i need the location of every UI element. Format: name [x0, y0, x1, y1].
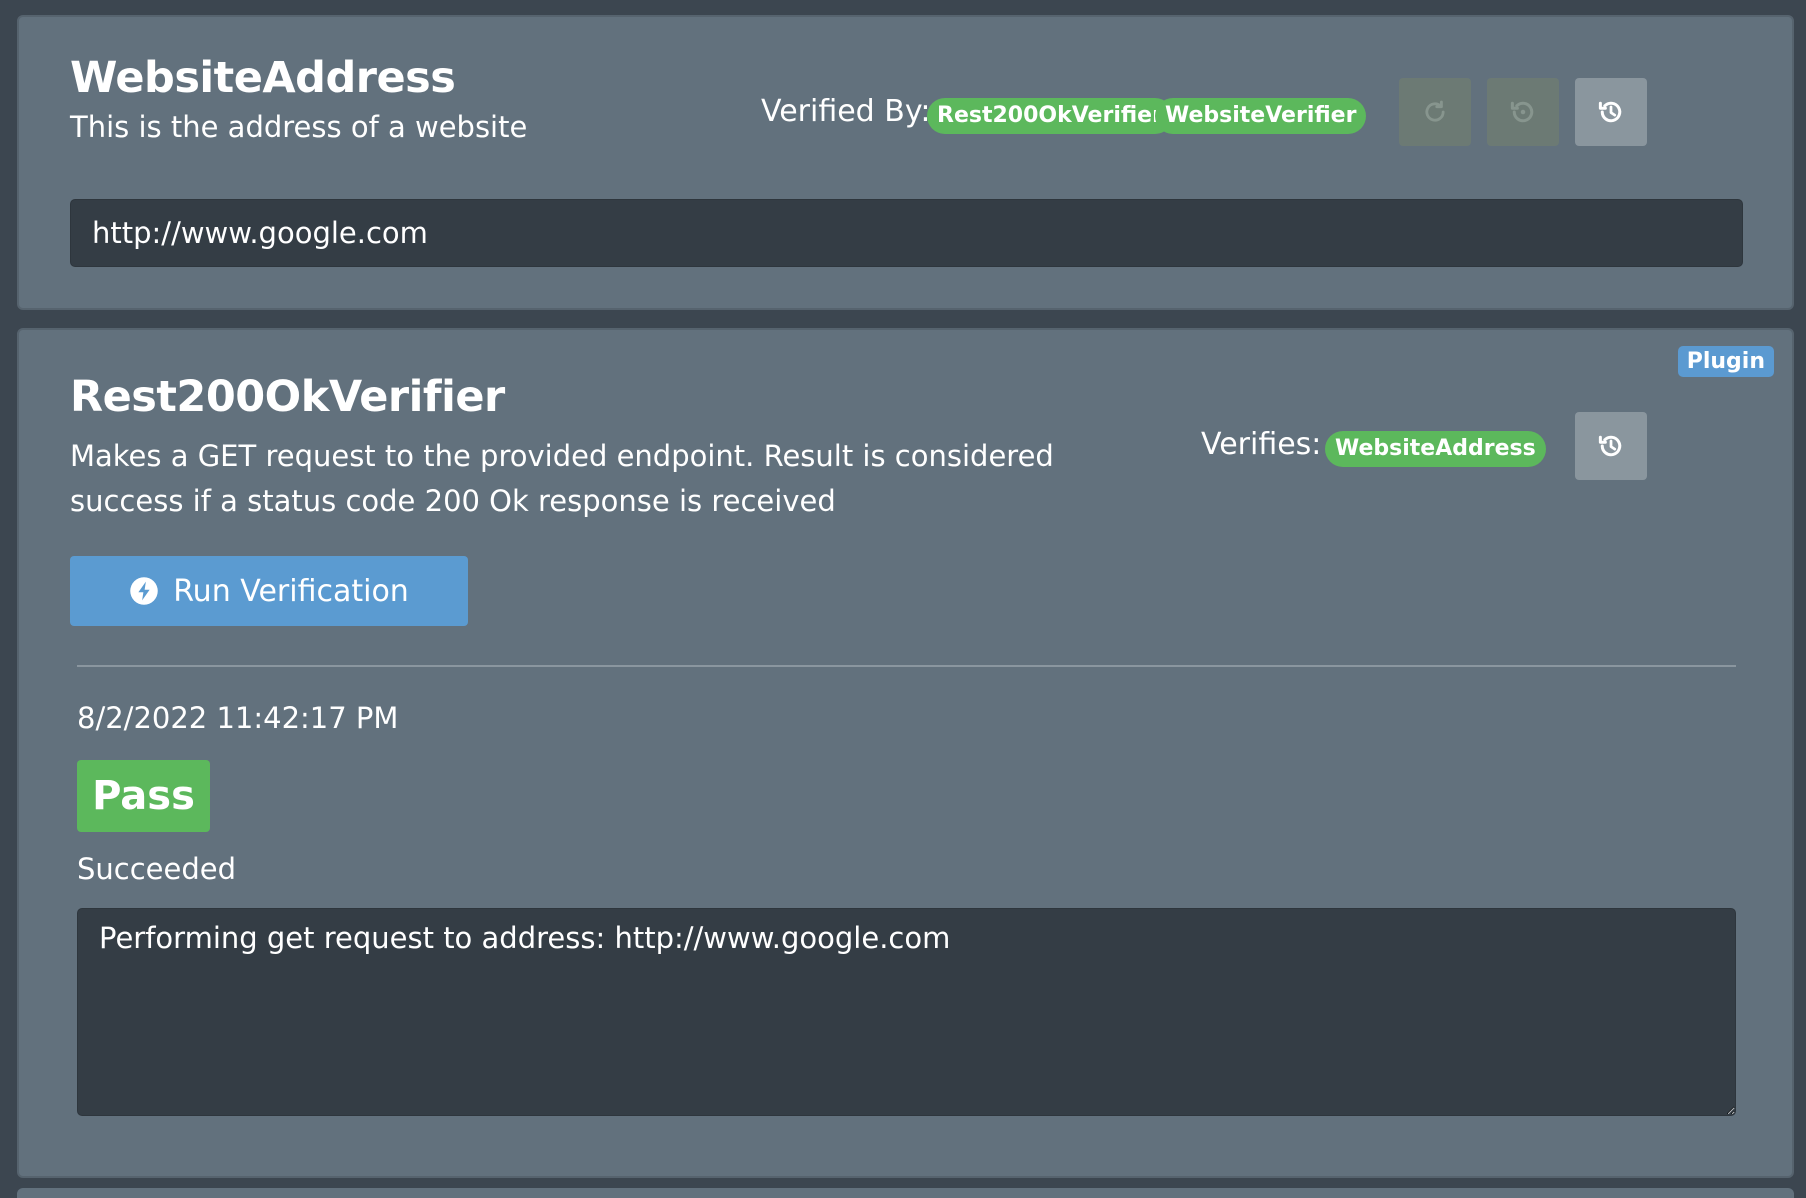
verifier-description: Makes a GET request to the provided endp…	[70, 439, 1054, 518]
setting-value-input[interactable]	[70, 199, 1743, 267]
result-message: Succeeded	[77, 852, 237, 886]
result-timestamp: 8/2/2022 11:42:17 PM	[77, 701, 399, 735]
run-verification-label: Run Verification	[173, 573, 409, 609]
result-status-badge: Pass	[77, 760, 210, 832]
verifier-history-button[interactable]	[1575, 412, 1647, 480]
result-log-textarea[interactable]: Performing get request to address: http:…	[77, 908, 1736, 1116]
verifier-pill-website[interactable]: WebsiteVerifier	[1155, 98, 1367, 134]
next-card-edge	[17, 1188, 1794, 1198]
restore-button[interactable]	[1487, 78, 1559, 146]
restore-icon	[1510, 101, 1534, 123]
verifier-pill-rest200ok[interactable]: Rest200OkVerifier	[927, 98, 1173, 134]
verifier-title: Rest200OkVerifier	[70, 372, 505, 422]
verifies-pill-website-address[interactable]: WebsiteAddress	[1325, 431, 1546, 467]
history-icon	[1598, 435, 1622, 457]
verifies-label: Verifies:	[1201, 427, 1322, 462]
plugin-badge: Plugin	[1677, 346, 1774, 377]
setting-description: This is the address of a website	[70, 110, 528, 144]
divider	[77, 665, 1736, 667]
lightning-icon	[130, 577, 158, 605]
history-button[interactable]	[1575, 78, 1647, 146]
reset-button[interactable]	[1399, 78, 1471, 146]
verifier-card: Plugin Rest200OkVerifier Makes a GET req…	[17, 328, 1794, 1178]
verified-by-label: Verified By:	[761, 94, 931, 129]
history-icon	[1598, 101, 1622, 123]
setting-title: WebsiteAddress	[70, 53, 456, 103]
reset-icon	[1425, 100, 1445, 122]
run-verification-button[interactable]: Run Verification	[70, 556, 468, 626]
setting-card: WebsiteAddress This is the address of a …	[17, 15, 1794, 310]
